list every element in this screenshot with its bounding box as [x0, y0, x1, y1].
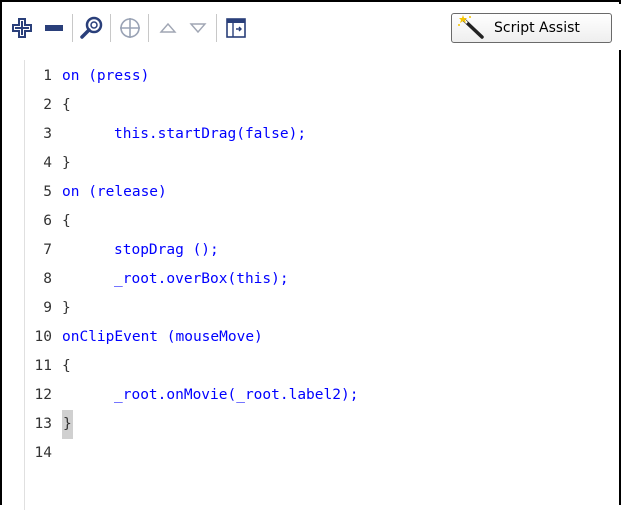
code-line: 11 { — [4, 352, 621, 381]
move-up-button[interactable] — [154, 14, 182, 42]
code-text: onClipEvent (mouseMove) — [62, 329, 263, 345]
code-line: 6 { — [4, 207, 621, 236]
code-text: { — [62, 213, 71, 229]
move-down-icon — [189, 23, 207, 34]
find-icon — [80, 16, 103, 39]
add-statement-icon — [12, 18, 32, 38]
code-line: 2 { — [4, 91, 621, 120]
line-number: 14 — [34, 445, 52, 461]
code-line: 5 on (release) — [4, 178, 621, 207]
line-number: 8 — [43, 271, 52, 287]
code-text: on (release) — [62, 184, 167, 200]
show-hide-toolbox-button[interactable] — [222, 14, 250, 42]
line-number: 6 — [43, 213, 52, 229]
toolbar-divider — [110, 14, 111, 42]
line-number: 9 — [43, 300, 52, 316]
delete-statement-icon — [45, 25, 63, 31]
code-line-current: 13 } — [4, 410, 621, 439]
line-number: 12 — [34, 387, 52, 403]
code-text: } — [62, 155, 71, 171]
find-button[interactable] — [78, 14, 106, 42]
script-assist-label: Script Assist — [494, 20, 580, 36]
line-number: 5 — [43, 184, 52, 200]
code-text: _root.overBox(this); — [114, 271, 289, 287]
show-hide-toolbox-icon — [226, 18, 246, 38]
toolbar-divider — [216, 14, 217, 42]
code-text: { — [62, 358, 71, 374]
toolbar-divider — [72, 14, 73, 42]
code-line: 10 onClipEvent (mouseMove) — [4, 323, 621, 352]
line-number: 11 — [34, 358, 52, 374]
code-text: } — [62, 300, 71, 316]
code-text: { — [62, 97, 71, 113]
code-line: 9 } — [4, 294, 621, 323]
script-assist-button[interactable]: Script Assist — [451, 13, 612, 43]
code-line: 12 _root.onMovie(_root.label2); — [4, 381, 621, 410]
code-line: 14 — [4, 439, 621, 468]
code-text: this.startDrag(false); — [114, 126, 307, 142]
line-number: 10 — [34, 329, 52, 345]
code-line: 4 } — [4, 149, 621, 178]
actions-panel: Script Assist 1 on (press) 2 { 3 this.st… — [0, 0, 621, 510]
actions-toolbar: Script Assist — [4, 4, 621, 50]
line-number: 13 — [34, 416, 52, 432]
delete-statement-button[interactable] — [40, 14, 68, 42]
code-line: 1 on (press) — [4, 62, 621, 91]
toolbar-divider — [148, 14, 149, 42]
move-down-button[interactable] — [184, 14, 212, 42]
magic-wand-icon — [458, 15, 486, 41]
code-line: 8 _root.overBox(this); — [4, 265, 621, 294]
code-text: on (press) — [62, 68, 150, 84]
insert-target-path-button[interactable] — [116, 14, 144, 42]
code-line: 3 this.startDrag(false); — [4, 120, 621, 149]
code-text: stopDrag (); — [114, 242, 219, 258]
script-editor[interactable]: 1 on (press) 2 { 3 this.startDrag(false)… — [4, 50, 621, 510]
code-line: 7 stopDrag (); — [4, 236, 621, 265]
line-number: 4 — [43, 155, 52, 171]
move-up-icon — [159, 22, 177, 33]
line-number: 1 — [43, 68, 52, 84]
matched-brace: } — [62, 410, 73, 439]
line-number: 7 — [43, 242, 52, 258]
add-statement-button[interactable] — [8, 14, 36, 42]
line-number: 2 — [43, 97, 52, 113]
code-text: _root.onMovie(_root.label2); — [114, 387, 359, 403]
line-number: 3 — [43, 126, 52, 142]
insert-target-path-icon — [120, 18, 140, 38]
